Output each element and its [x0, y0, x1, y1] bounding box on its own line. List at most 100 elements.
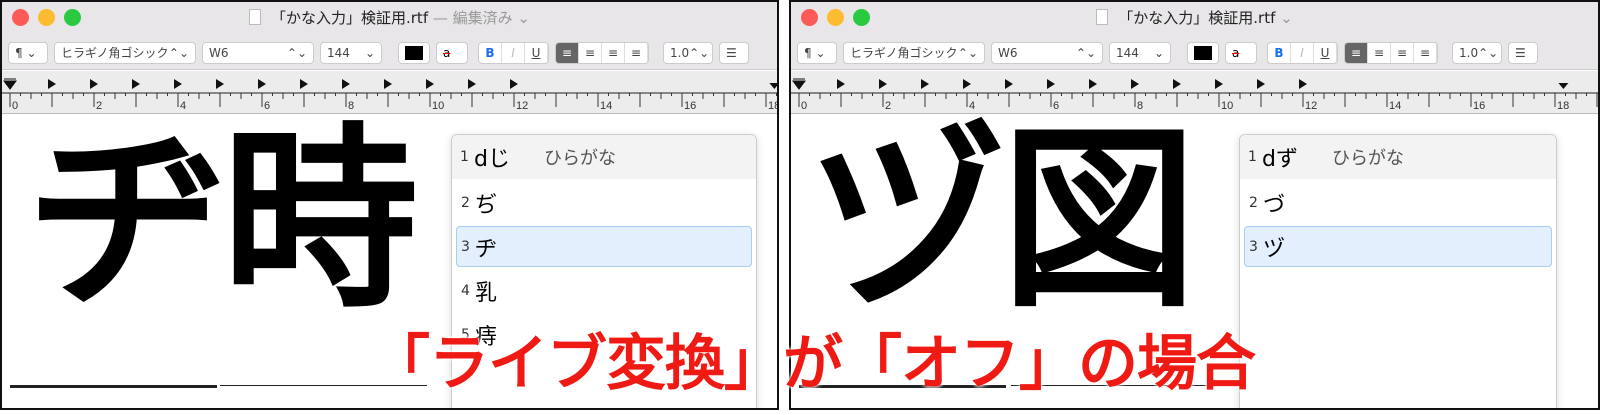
- font-weight-value: W6: [998, 45, 1018, 60]
- bold-button[interactable]: B: [479, 42, 502, 63]
- align-right-icon[interactable]: ≡: [602, 42, 625, 63]
- zoom-button[interactable]: [853, 9, 870, 26]
- title-bar: 「かな入力」検証用.rtf ⌄: [791, 2, 1598, 36]
- close-button[interactable]: [801, 9, 818, 26]
- font-family-select[interactable]: ヒラギノ角ゴシック ⌃⌄: [54, 41, 196, 64]
- tab-stop-icon: [510, 79, 518, 89]
- paragraph-style-button[interactable]: ¶ ⌄: [797, 41, 837, 64]
- candidate-text: ヅ: [1263, 236, 1286, 262]
- tab-stop-icon: [879, 79, 887, 89]
- caption-overlay: 「ライブ変換」が「オフ」の場合: [370, 329, 1256, 399]
- window-title: 「かな入力」検証用.rtf: [1118, 9, 1276, 27]
- italic-button[interactable]: I: [502, 42, 525, 63]
- tab-stop-icon: [174, 79, 182, 89]
- candidate-row-selected[interactable]: 3ヅ: [1244, 226, 1552, 267]
- align-left-icon[interactable]: ≡: [556, 42, 579, 63]
- ruler-label: 0: [801, 100, 807, 112]
- minimize-button[interactable]: [827, 9, 844, 26]
- candidate-row-selected[interactable]: 3ヂ: [456, 226, 752, 267]
- format-toolbar: ¶ ⌄ ヒラギノ角ゴシック ⌃⌄ W6 ⌃⌄ 144 ⌄ a BIU ≡ ≡ ≡ ≡ 1.0…: [2, 36, 777, 70]
- tab-stop-icon: [426, 79, 434, 89]
- tab-stop-icon: [1047, 79, 1055, 89]
- tab-stop-icon: [258, 79, 266, 89]
- paragraph-style-button[interactable]: ¶ ⌄: [8, 41, 48, 64]
- candidate-row[interactable]: 4乳: [456, 270, 752, 311]
- alignment-buttons: ≡ ≡ ≡ ≡: [1344, 41, 1438, 64]
- tab-stop-icon: [1215, 79, 1223, 89]
- window-title: 「かな入力」検証用.rtf: [271, 9, 429, 27]
- stepper-icon: ⌃⌄: [957, 45, 978, 60]
- candidate-number: 3: [1249, 238, 1258, 255]
- candidate-text: 乳: [475, 280, 498, 306]
- tab-stop-icon: [963, 79, 971, 89]
- candidate-row[interactable]: 2づ: [1244, 182, 1552, 223]
- font-size-value: 144: [1116, 45, 1139, 60]
- zoom-button[interactable]: [64, 9, 81, 26]
- stepper-icon: ⌃⌄: [286, 45, 307, 60]
- edited-status[interactable]: — 編集済み ⌄: [433, 9, 530, 27]
- line-spacing-select[interactable]: 1.0 ⌃⌄: [1452, 41, 1502, 64]
- background-color-well[interactable]: a: [1225, 41, 1257, 64]
- stepper-icon: ⌃⌄: [168, 45, 189, 60]
- align-left-icon[interactable]: ≡: [1345, 42, 1368, 63]
- font-weight-select[interactable]: W6 ⌃⌄: [202, 41, 314, 64]
- document-text: ヂ時: [30, 107, 418, 335]
- title-menu-chevron[interactable]: ⌄: [1280, 9, 1293, 27]
- format-toolbar: ¶ ⌄ ヒラギノ角ゴシック ⌃⌄ W6 ⌃⌄ 144 ⌄ a BIU ≡ ≡ ≡ ≡ 1.0…: [791, 36, 1598, 70]
- candidate-number: 2: [461, 194, 470, 211]
- font-family-select[interactable]: ヒラギノ角ゴシック ⌃⌄: [843, 41, 985, 64]
- indent-marker-icon: [3, 78, 17, 90]
- ruler-label: 16: [1473, 100, 1485, 112]
- list-button[interactable]: ☰: [719, 41, 749, 64]
- tab-stop-icon: [1173, 79, 1181, 89]
- document-icon: [1096, 9, 1109, 25]
- align-justify-icon[interactable]: ≡: [1414, 42, 1437, 63]
- underline-button[interactable]: U: [525, 42, 548, 63]
- candidate-number: 3: [461, 238, 470, 255]
- font-weight-select[interactable]: W6 ⌃⌄: [991, 41, 1103, 64]
- line-spacing-select[interactable]: 1.0 ⌃⌄: [663, 41, 713, 64]
- tab-stop-icon: [921, 79, 929, 89]
- stepper-icon: ⌃⌄: [689, 45, 710, 60]
- font-size-combo[interactable]: 144 ⌄: [1109, 41, 1171, 64]
- ruler-label: 16: [684, 100, 696, 112]
- align-right-icon[interactable]: ≡: [1391, 42, 1414, 63]
- tab-stop-icon: [300, 79, 308, 89]
- tab-stop-icon: [384, 79, 392, 89]
- align-center-icon[interactable]: ≡: [1368, 42, 1391, 63]
- tab-stop-icon: [342, 79, 350, 89]
- bold-button[interactable]: B: [1268, 42, 1291, 63]
- ruler-label: 10: [432, 100, 444, 112]
- tab-stop-icon: [468, 79, 476, 89]
- close-button[interactable]: [12, 9, 29, 26]
- underline-button[interactable]: U: [1314, 42, 1337, 63]
- list-button[interactable]: ☰: [1508, 41, 1538, 64]
- input-mode: ひらがな: [543, 148, 616, 169]
- stepper-icon: ⌃⌄: [1478, 45, 1499, 60]
- alignment-buttons: ≡ ≡ ≡ ≡: [555, 41, 649, 64]
- align-justify-icon[interactable]: ≡: [625, 42, 648, 63]
- candidate-row-input[interactable]: 1 dず ひらがな: [1240, 135, 1556, 179]
- candidate-text: ヂ: [475, 236, 498, 262]
- candidate-row[interactable]: 2ぢ: [456, 182, 752, 223]
- line-spacing-value: 1.0: [1459, 45, 1479, 60]
- text-color-well[interactable]: [398, 41, 430, 64]
- align-center-icon[interactable]: ≡: [579, 42, 602, 63]
- font-size-value: 144: [327, 45, 350, 60]
- minimize-button[interactable]: [38, 9, 55, 26]
- font-size-combo[interactable]: 144 ⌄: [320, 41, 382, 64]
- tab-stop-icon: [1005, 79, 1013, 89]
- candidate-text: ぢ: [475, 192, 498, 218]
- chevron-down-icon[interactable]: ⌄: [1154, 46, 1164, 60]
- candidate-row-input[interactable]: 1 dじ ひらがな: [452, 135, 756, 179]
- ruler-label: 14: [600, 100, 612, 112]
- ruler-label: 12: [1305, 100, 1317, 112]
- text-color-well[interactable]: [1187, 41, 1219, 64]
- background-color-well[interactable]: a: [436, 41, 468, 64]
- chevron-down-icon[interactable]: ⌄: [365, 46, 375, 60]
- italic-button[interactable]: I: [1291, 42, 1314, 63]
- tab-stop-icon: [90, 79, 98, 89]
- tab-stop-icon: [837, 79, 845, 89]
- ruler-label: 0: [12, 100, 18, 112]
- candidate-number: 2: [1249, 194, 1258, 211]
